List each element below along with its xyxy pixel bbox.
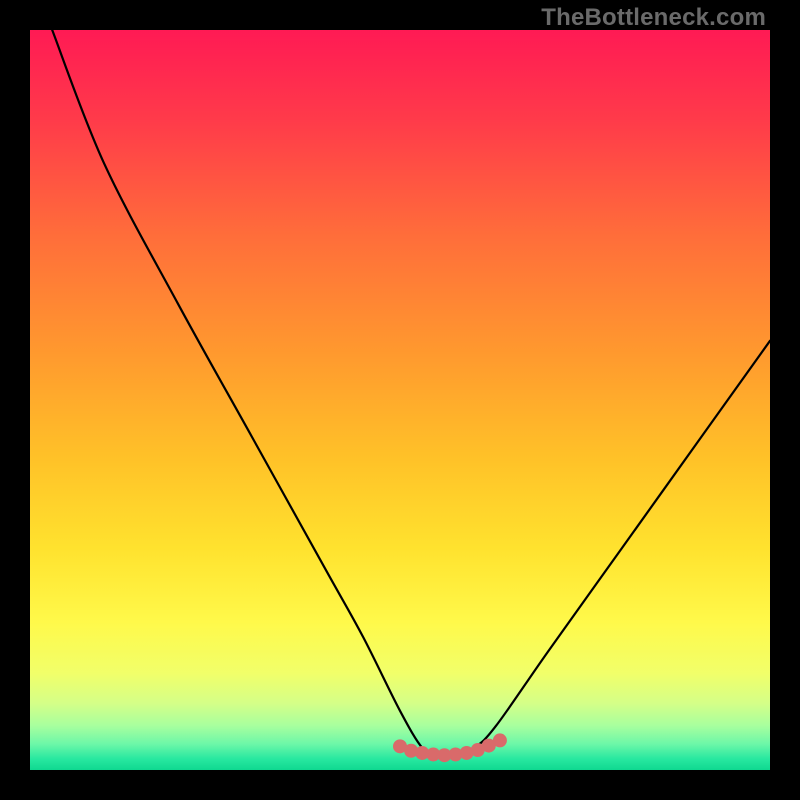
watermark-text: TheBottleneck.com (541, 4, 766, 32)
bottleneck-curve (52, 30, 770, 756)
curve-layer (30, 30, 770, 770)
plot-area (30, 30, 770, 770)
chart-frame: TheBottleneck.com (0, 0, 800, 800)
flat-region-dots (393, 733, 507, 762)
marker-dot (493, 733, 507, 747)
